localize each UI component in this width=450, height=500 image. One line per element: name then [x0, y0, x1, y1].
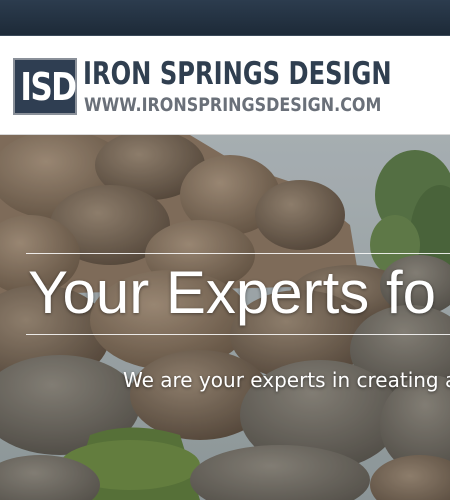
hero-banner: Your Experts fo We are your experts in c… — [0, 135, 450, 500]
site-logo[interactable]: ISD IRON SPRINGS DESIGN WWW.IRONSPRINGSD… — [13, 56, 392, 118]
hero-title: Your Experts fo — [28, 259, 437, 326]
logo-url: WWW.IRONSPRINGSDESIGN.COM — [84, 94, 382, 116]
logo-title: IRON SPRINGS DESIGN — [83, 56, 392, 92]
hero-title-bottom-rule — [26, 334, 450, 335]
logo-mark-text: ISD — [20, 65, 77, 109]
hero-subtitle: We are your experts in creating a — [123, 368, 450, 392]
site-header: ISD IRON SPRINGS DESIGN WWW.IRONSPRINGSD… — [0, 36, 450, 135]
logo-mark: ISD — [13, 58, 77, 115]
top-bar — [0, 0, 450, 36]
hero-title-top-rule — [26, 253, 450, 254]
